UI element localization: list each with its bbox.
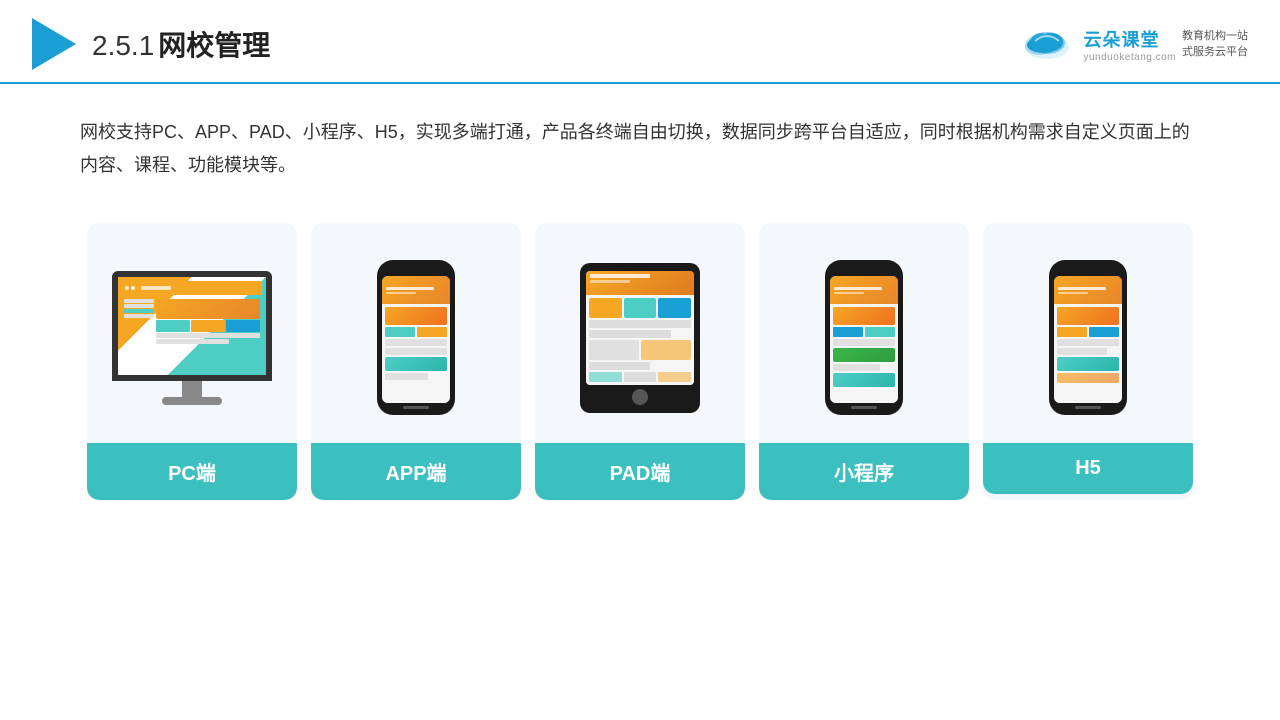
brand-text-area: 云朵课堂 yunduoketang.com [1083,26,1176,63]
description-text: 网校支持PC、APP、PAD、小程序、H5，实现多端打通，产品各终端自由切换，数… [0,84,1280,203]
tablet-screen [586,271,694,385]
brand-icon-area: 云朵课堂 yunduoketang.com 教育机构一站 式服务云平台 [1021,26,1248,63]
miniprogram-header-line1 [834,287,882,290]
card-h5-label: H5 [983,443,1193,494]
tablet-body [580,263,700,413]
app-row1 [385,339,447,346]
page-title: 2.5.1网校管理 [92,24,270,64]
h5-teal-card [1057,357,1119,371]
card-miniprogram-image [759,223,969,443]
h5-screen [1054,276,1122,403]
monitor-content [118,277,266,375]
brand-tagline: 教育机构一站 式服务云平台 [1182,28,1248,61]
tablet-card-4 [589,340,639,360]
app-phone-header [382,276,450,304]
monitor-stand [162,397,222,405]
tablet-card-3 [658,298,691,318]
miniprogram-home [851,406,877,409]
h5-card-orange [1057,307,1119,325]
title-text: 网校管理 [158,30,270,61]
card-h5: H5 [983,223,1193,500]
miniprogram-teal-card [833,373,895,387]
card-miniprogram-label: 小程序 [759,443,969,500]
brand-url: yunduoketang.com [1083,52,1176,63]
tablet-card-1 [589,298,622,318]
monitor-illustration [112,271,272,405]
h5-home [1075,406,1101,409]
card-h5-image [983,223,1193,443]
card-pad-label: PAD端 [535,443,745,500]
cloud-icon [1021,27,1073,61]
app-card-orange [385,307,447,325]
cards-section: PC端 [0,203,1280,530]
card-app-label: APP端 [311,443,521,500]
card-pc-label: PC端 [87,443,297,500]
tablet-card-2 [624,298,657,318]
miniprogram-green-card [833,348,895,362]
tablet-row1 [589,320,691,328]
tablet-cards-row2 [589,340,691,360]
tablet-card-5 [641,340,691,360]
monitor-screen [112,271,272,381]
miniprogram-row1 [833,339,895,346]
app-phone-screen [382,276,450,403]
brand-name: 云朵课堂 [1083,26,1159,52]
logo-triangle-icon [32,18,76,70]
miniprogram-row2 [833,364,880,371]
h5-header [1054,276,1122,304]
card-app-image [311,223,521,443]
miniprogram-screen [830,276,898,403]
h5-phone [1049,260,1127,415]
header-left: 2.5.1网校管理 [32,18,270,70]
app-header-line2 [386,292,416,294]
card-pad-image [535,223,745,443]
monitor-neck [182,381,202,397]
tablet-screen-body [586,295,694,385]
app-header-line1 [386,287,434,290]
tablet-illustration [580,263,700,413]
app-phone-home [403,406,429,409]
h5-orange-bar [1057,373,1119,383]
header: 2.5.1网校管理 云朵课堂 yunduoketang.com 教育机构一站 [0,0,1280,84]
app-card-teal [385,357,447,371]
miniprogram-notch [849,268,879,274]
card-miniprogram: 小程序 [759,223,969,500]
tablet-screen-header [586,271,694,295]
h5-header-line1 [1058,287,1106,290]
h5-row2 [1057,348,1107,355]
miniprogram-header [830,276,898,304]
brand-tagline-line2: 式服务云平台 [1182,44,1248,61]
h5-body [1054,304,1122,403]
h5-row1 [1057,339,1119,346]
tablet-row3 [589,362,650,370]
h5-notch [1073,268,1103,274]
tablet-row2 [589,330,671,338]
card-pc-image [87,223,297,443]
app-row3 [385,373,428,380]
miniprogram-phone [825,260,903,415]
brand-tagline-line1: 教育机构一站 [1182,28,1248,45]
miniprogram-card-orange [833,307,895,325]
miniprogram-body [830,304,898,403]
tablet-home-btn [632,389,648,405]
card-pad: PAD端 [535,223,745,500]
card-pc: PC端 [87,223,297,500]
section-number: 2.5.1 [92,30,154,61]
app-phone-body [382,304,450,403]
card-app: APP端 [311,223,521,500]
app-phone-notch [401,268,431,274]
app-row2 [385,348,447,355]
miniprogram-header-line2 [834,292,864,294]
app-phone-illustration [377,260,455,415]
brand-logo: 云朵课堂 yunduoketang.com 教育机构一站 式服务云平台 [1021,26,1248,63]
h5-header-line2 [1058,292,1088,294]
tablet-cards-row1 [589,298,691,318]
